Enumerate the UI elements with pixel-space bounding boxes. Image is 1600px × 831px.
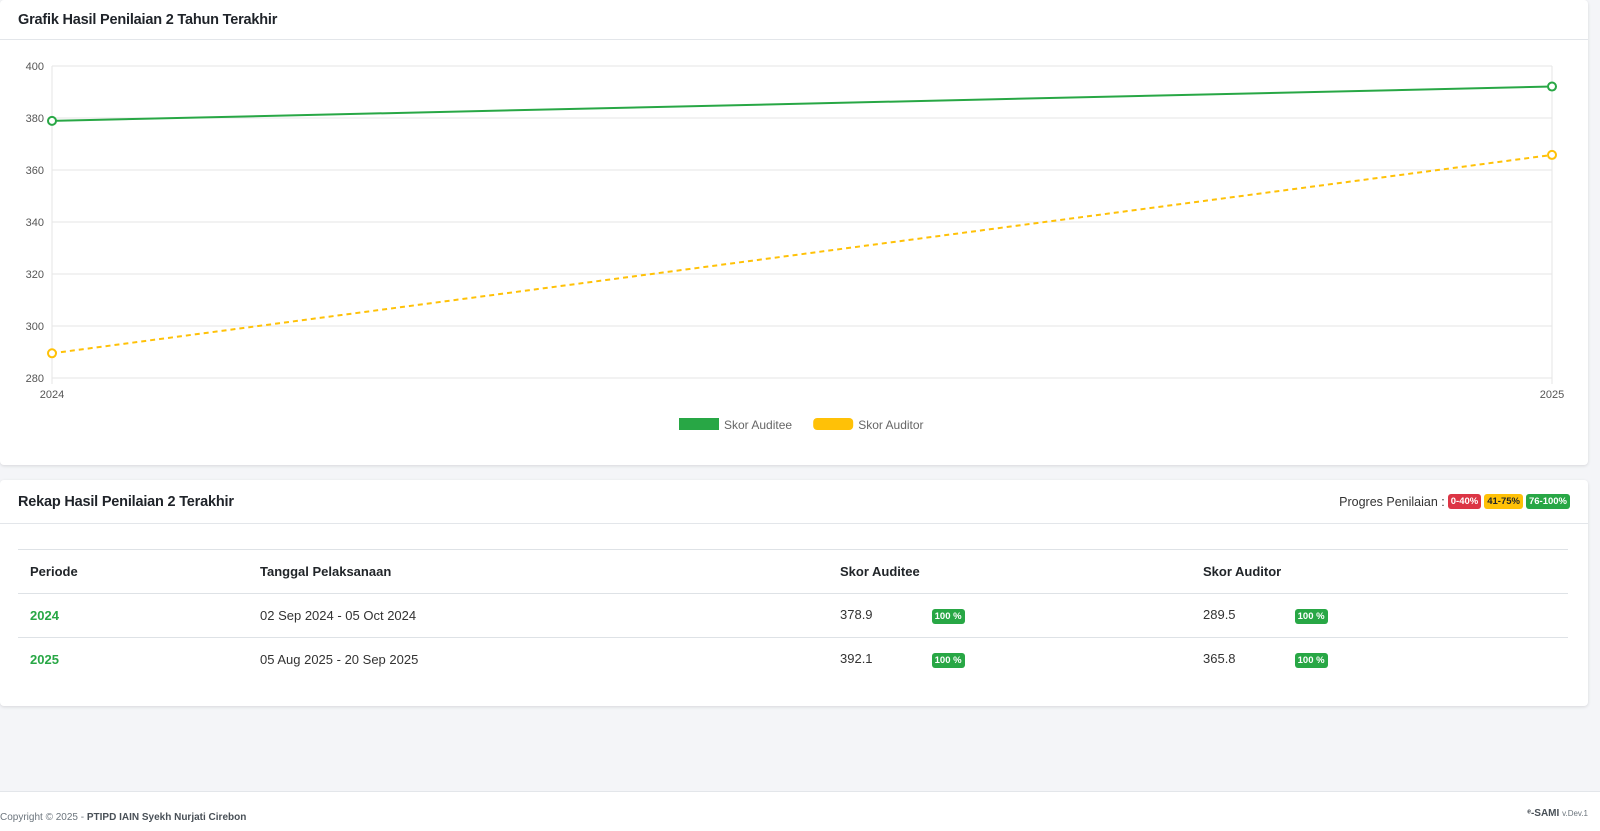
table-row: 2024 02 Sep 2024 - 05 Oct 2024 378.9 100… xyxy=(18,593,1568,638)
series-point-0 xyxy=(47,115,57,126)
page-footer: Copyright © 2025 - PTIPD IAIN Syekh Nurj… xyxy=(0,791,1600,831)
auditor-cell: 365.8 100 % xyxy=(1191,638,1568,682)
y-tick-label: 360 xyxy=(26,165,44,177)
copyright-text: Copyright © 2025 - PTIPD IAIN Syekh Nurj… xyxy=(0,812,246,823)
col-header-tanggal: Tanggal Pelaksanaan xyxy=(248,549,828,594)
y-tick-label: 340 xyxy=(26,217,44,229)
progress-badge-mid: 41-75% xyxy=(1484,494,1523,509)
col-header-skor-auditor: Skor Auditor xyxy=(1191,549,1568,594)
series-point-1 xyxy=(1547,149,1557,160)
legend-label-0: Skor Auditee xyxy=(724,418,792,432)
progress-badge-low: 0-40% xyxy=(1447,494,1482,509)
auditor-cell: 289.5 100 % xyxy=(1191,593,1568,638)
col-header-periode: Periode xyxy=(18,549,248,594)
recap-card-title: Rekap Hasil Penilaian 2 Terakhir xyxy=(18,493,234,510)
col-header-skor-auditee: Skor Auditee xyxy=(828,549,1191,594)
auditor-score: 365.8 xyxy=(1203,651,1236,667)
auditor-score: 289.5 xyxy=(1203,607,1236,622)
copyright-label: Copyright © 2025 - xyxy=(0,812,85,823)
legend-label-1: Skor Auditor xyxy=(858,418,923,432)
auditee-score: 378.9 xyxy=(840,607,873,622)
progress-legend: Progres Penilaian : 0-40% 41-75% 76-100% xyxy=(1339,494,1570,509)
periode-link-2025[interactable]: 2025 xyxy=(30,652,59,667)
auditee-progress-badge: 100 % xyxy=(931,609,965,624)
chart-card-header: Grafik Hasil Penilaian 2 Tahun Terakhir xyxy=(0,0,1588,40)
table-row: 2025 05 Aug 2025 - 20 Sep 2025 392.1 100… xyxy=(18,638,1568,682)
legend-swatch-1 xyxy=(813,418,854,430)
y-tick-label: 380 xyxy=(26,113,44,125)
x-tick-label: 2025 xyxy=(1540,389,1564,401)
app-brand: ᵉ-SAMI v.Dev.1 xyxy=(1527,808,1588,819)
recap-card-header: Rekap Hasil Penilaian 2 Terakhir Progres… xyxy=(0,480,1588,524)
app-brand-name: ᵉ-SAMI xyxy=(1527,808,1560,819)
progress-legend-label: Progres Penilaian : xyxy=(1339,494,1445,509)
auditee-score: 392.1 xyxy=(840,651,873,667)
recap-table: Periode Tanggal Pelaksanaan Skor Auditee… xyxy=(18,549,1568,682)
auditee-cell: 378.9 100 % xyxy=(828,593,1191,638)
recap-card: Rekap Hasil Penilaian 2 Terakhir Progres… xyxy=(0,480,1588,706)
y-tick-label: 300 xyxy=(26,321,44,333)
y-tick-label: 400 xyxy=(26,61,44,73)
series-point-0 xyxy=(1547,81,1557,92)
auditee-cell: 392.1 100 % xyxy=(828,638,1191,682)
x-tick-label: 2024 xyxy=(40,389,64,401)
auditee-progress-badge: 100 % xyxy=(931,653,965,669)
copyright-org: PTIPD IAIN Syekh Nurjati Cirebon xyxy=(86,812,247,823)
score-line-chart: 400 380 360 340 320 300 280 2024 2025 Skor Audite… xyxy=(26,61,1565,432)
tanggal-cell: 05 Aug 2025 - 20 Sep 2025 xyxy=(260,652,419,668)
series-point-1 xyxy=(47,348,57,359)
legend-swatch-0 xyxy=(679,418,719,430)
series-line-0 xyxy=(51,85,1553,122)
y-tick-label: 280 xyxy=(26,373,44,385)
chart-card-title: Grafik Hasil Penilaian 2 Tahun Terakhir xyxy=(18,11,278,28)
progress-badge-high: 76-100% xyxy=(1525,494,1570,509)
app-version: v.Dev.1 xyxy=(1562,809,1588,818)
periode-link-2024[interactable]: 2024 xyxy=(30,608,59,623)
table-header-row: Periode Tanggal Pelaksanaan Skor Auditee… xyxy=(18,549,1568,594)
auditor-progress-badge: 100 % xyxy=(1294,609,1328,624)
auditor-progress-badge: 100 % xyxy=(1294,653,1328,669)
y-tick-label: 320 xyxy=(26,269,44,281)
chart-card: Grafik Hasil Penilaian 2 Tahun Terakhir … xyxy=(0,0,1588,465)
tanggal-cell: 02 Sep 2024 - 05 Oct 2024 xyxy=(248,593,828,638)
series-line-1 xyxy=(51,153,1553,355)
